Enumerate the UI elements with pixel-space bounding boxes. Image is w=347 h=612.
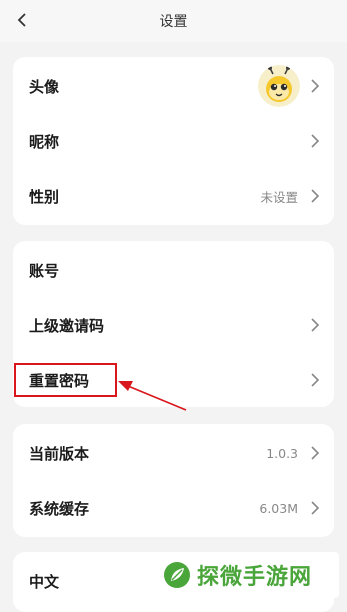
cache-row[interactable]: 系统缓存 6.03M xyxy=(13,488,334,528)
system-card: 当前版本 1.0.3 系统缓存 6.03M xyxy=(13,424,334,537)
chevron-right-icon xyxy=(311,189,320,203)
nickname-row[interactable]: 昵称 xyxy=(13,121,334,161)
avatar-label: 头像 xyxy=(29,77,60,96)
cache-label: 系统缓存 xyxy=(29,499,90,518)
version-label: 当前版本 xyxy=(29,444,90,463)
leaf-logo-icon xyxy=(164,562,190,588)
account-row: 账号 xyxy=(13,250,334,290)
invite-code-row[interactable]: 上级邀请码 xyxy=(13,305,334,345)
watermark-text: 探微手游网 xyxy=(197,565,313,590)
chevron-right-icon xyxy=(311,373,320,387)
avatar[interactable] xyxy=(258,65,300,107)
version-row[interactable]: 当前版本 1.0.3 xyxy=(13,433,334,473)
profile-card: 头像 昵称 性别 未设置 xyxy=(13,57,334,225)
version-value: 1.0.3 xyxy=(266,445,298,461)
page-title: 设置 xyxy=(159,14,188,30)
avatar-row[interactable]: 头像 xyxy=(13,65,334,107)
gender-label: 性别 xyxy=(29,187,60,206)
chevron-right-icon xyxy=(311,79,320,93)
cache-value: 6.03M xyxy=(259,500,298,516)
chevron-right-icon xyxy=(311,318,320,332)
language-label: 中文 xyxy=(29,572,60,591)
annotation-highlight-box xyxy=(14,363,117,397)
invite-code-label: 上级邀请码 xyxy=(29,316,105,335)
header-bar: 设置 xyxy=(0,0,347,42)
chevron-right-icon xyxy=(311,446,320,460)
nickname-label: 昵称 xyxy=(29,132,60,151)
gender-value: 未设置 xyxy=(260,189,298,205)
gender-row[interactable]: 性别 未设置 xyxy=(13,176,334,216)
account-label: 账号 xyxy=(29,261,60,280)
watermark: 探微手游网 xyxy=(151,552,339,598)
chevron-right-icon xyxy=(311,134,320,148)
chevron-right-icon xyxy=(311,501,320,515)
